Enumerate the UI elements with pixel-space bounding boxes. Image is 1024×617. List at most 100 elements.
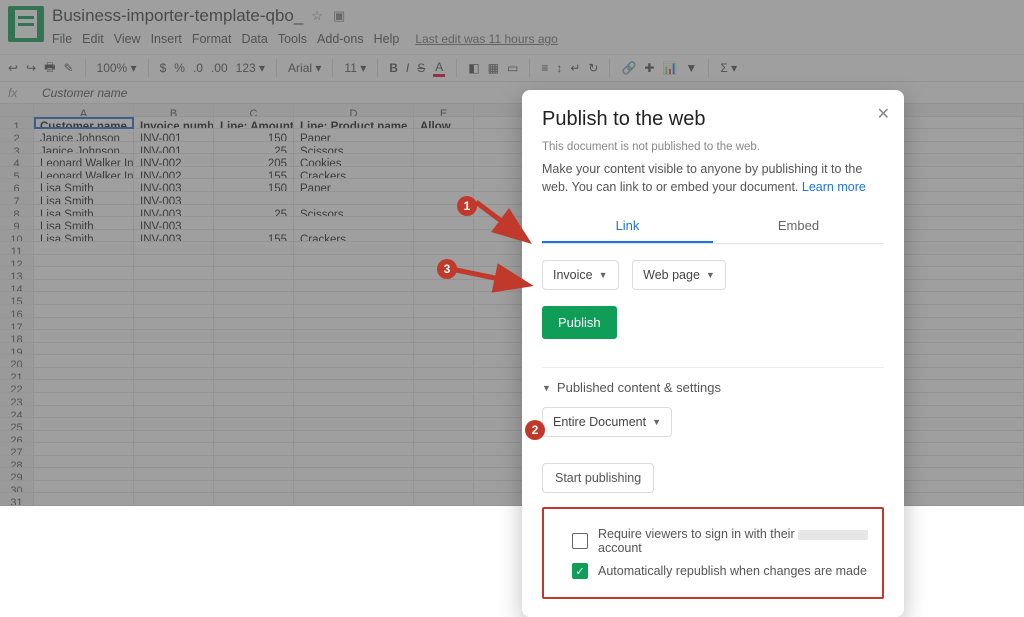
header-cell[interactable]: Line: Product name [294,117,414,130]
empty-cell[interactable] [414,368,474,381]
data-cell[interactable] [414,179,474,192]
empty-cell[interactable] [214,380,294,393]
document-title[interactable]: Business-importer-template-qbo_ [52,6,303,26]
header-cell[interactable]: Customer name [34,117,134,130]
empty-cell[interactable] [294,406,414,419]
data-cell[interactable] [214,192,294,205]
redo-icon[interactable]: ↪ [26,61,36,75]
chart-icon[interactable]: 📊 [662,61,677,75]
data-cell[interactable] [414,129,474,142]
row-number[interactable]: 9 [0,217,34,230]
row-number[interactable]: 4 [0,154,34,167]
data-cell[interactable] [414,154,474,167]
empty-cell[interactable] [134,493,214,506]
require-signin-checkbox[interactable] [572,533,588,549]
data-cell[interactable]: INV-003 [134,230,214,243]
menu-format[interactable]: Format [192,32,232,46]
empty-cell[interactable] [134,318,214,331]
row-number[interactable]: 3 [0,142,34,155]
empty-cell[interactable] [34,380,134,393]
row-number[interactable]: 31 [0,493,34,506]
empty-cell[interactable] [414,481,474,494]
empty-cell[interactable] [414,305,474,318]
text-color-btn[interactable]: A [433,60,445,77]
data-cell[interactable]: INV-001 [134,129,214,142]
data-cell[interactable]: INV-002 [134,154,214,167]
row-number[interactable]: 21 [0,368,34,381]
formula-bar-content[interactable]: Customer name [42,86,127,100]
empty-cell[interactable] [214,267,294,280]
empty-cell[interactable] [294,255,414,268]
font-size-select[interactable]: 11 ▾ [344,61,366,75]
empty-cell[interactable] [214,242,294,255]
row-number[interactable]: 17 [0,318,34,331]
empty-cell[interactable] [414,242,474,255]
data-cell[interactable]: Lisa Smith [34,230,134,243]
row-number[interactable]: 30 [0,481,34,494]
empty-cell[interactable] [34,267,134,280]
col-header[interactable]: E [414,104,474,117]
row-number[interactable]: 13 [0,267,34,280]
row-number[interactable]: 19 [0,343,34,356]
decimals-inc-btn[interactable]: .00 [211,61,228,75]
empty-cell[interactable] [134,418,214,431]
empty-cell[interactable] [294,393,414,406]
col-header[interactable]: C [214,104,294,117]
empty-cell[interactable] [134,242,214,255]
comment-icon[interactable]: ✚ [644,61,654,75]
row-number[interactable]: 22 [0,380,34,393]
empty-cell[interactable] [294,305,414,318]
start-publishing-button[interactable]: Start publishing [542,463,654,493]
data-cell[interactable] [214,217,294,230]
empty-cell[interactable] [134,468,214,481]
decimals-dec-btn[interactable]: .0 [193,61,203,75]
empty-cell[interactable] [294,267,414,280]
data-cell[interactable] [414,142,474,155]
close-icon[interactable]: ✕ [877,104,890,124]
menu-addons[interactable]: Add-ons [317,32,364,46]
empty-cell[interactable] [214,481,294,494]
row-number[interactable]: 15 [0,292,34,305]
borders-icon[interactable]: ▦ [488,61,499,75]
empty-cell[interactable] [294,330,414,343]
undo-icon[interactable]: ↩ [8,61,18,75]
empty-cell[interactable] [214,406,294,419]
empty-cell[interactable] [134,481,214,494]
data-cell[interactable]: INV-002 [134,167,214,180]
empty-cell[interactable] [134,456,214,469]
empty-cell[interactable] [214,292,294,305]
data-cell[interactable]: Paper [294,179,414,192]
folder-icon[interactable]: ▣ [333,8,345,24]
format-select[interactable]: 123 ▾ [236,61,265,75]
data-cell[interactable]: INV-003 [134,192,214,205]
row-number[interactable]: 6 [0,179,34,192]
valign-icon[interactable]: ↕ [556,61,562,75]
currency-btn[interactable]: $ [160,61,167,75]
empty-cell[interactable] [214,418,294,431]
strike-btn[interactable]: S [417,61,425,75]
data-cell[interactable]: Paper [294,129,414,142]
empty-cell[interactable] [34,393,134,406]
data-cell[interactable]: Leonard Walker Inc [34,154,134,167]
row-number[interactable]: 18 [0,330,34,343]
data-cell[interactable]: 155 [214,167,294,180]
halign-icon[interactable]: ≡ [541,61,548,75]
row-number[interactable]: 24 [0,406,34,419]
empty-cell[interactable] [34,493,134,506]
row-number[interactable]: 2 [0,129,34,142]
empty-cell[interactable] [414,468,474,481]
row-number[interactable]: 11 [0,242,34,255]
font-select[interactable]: Arial ▾ [288,61,321,75]
row-number[interactable]: 10 [0,230,34,243]
menu-help[interactable]: Help [374,32,400,46]
menu-edit[interactable]: Edit [82,32,104,46]
row-number[interactable]: 29 [0,468,34,481]
wrap-icon[interactable]: ↵ [570,61,580,75]
row-number[interactable]: 27 [0,443,34,456]
rotate-icon[interactable]: ↻ [588,61,598,75]
empty-cell[interactable] [414,330,474,343]
empty-cell[interactable] [294,318,414,331]
data-cell[interactable]: Lisa Smith [34,205,134,218]
empty-cell[interactable] [294,468,414,481]
empty-cell[interactable] [294,242,414,255]
